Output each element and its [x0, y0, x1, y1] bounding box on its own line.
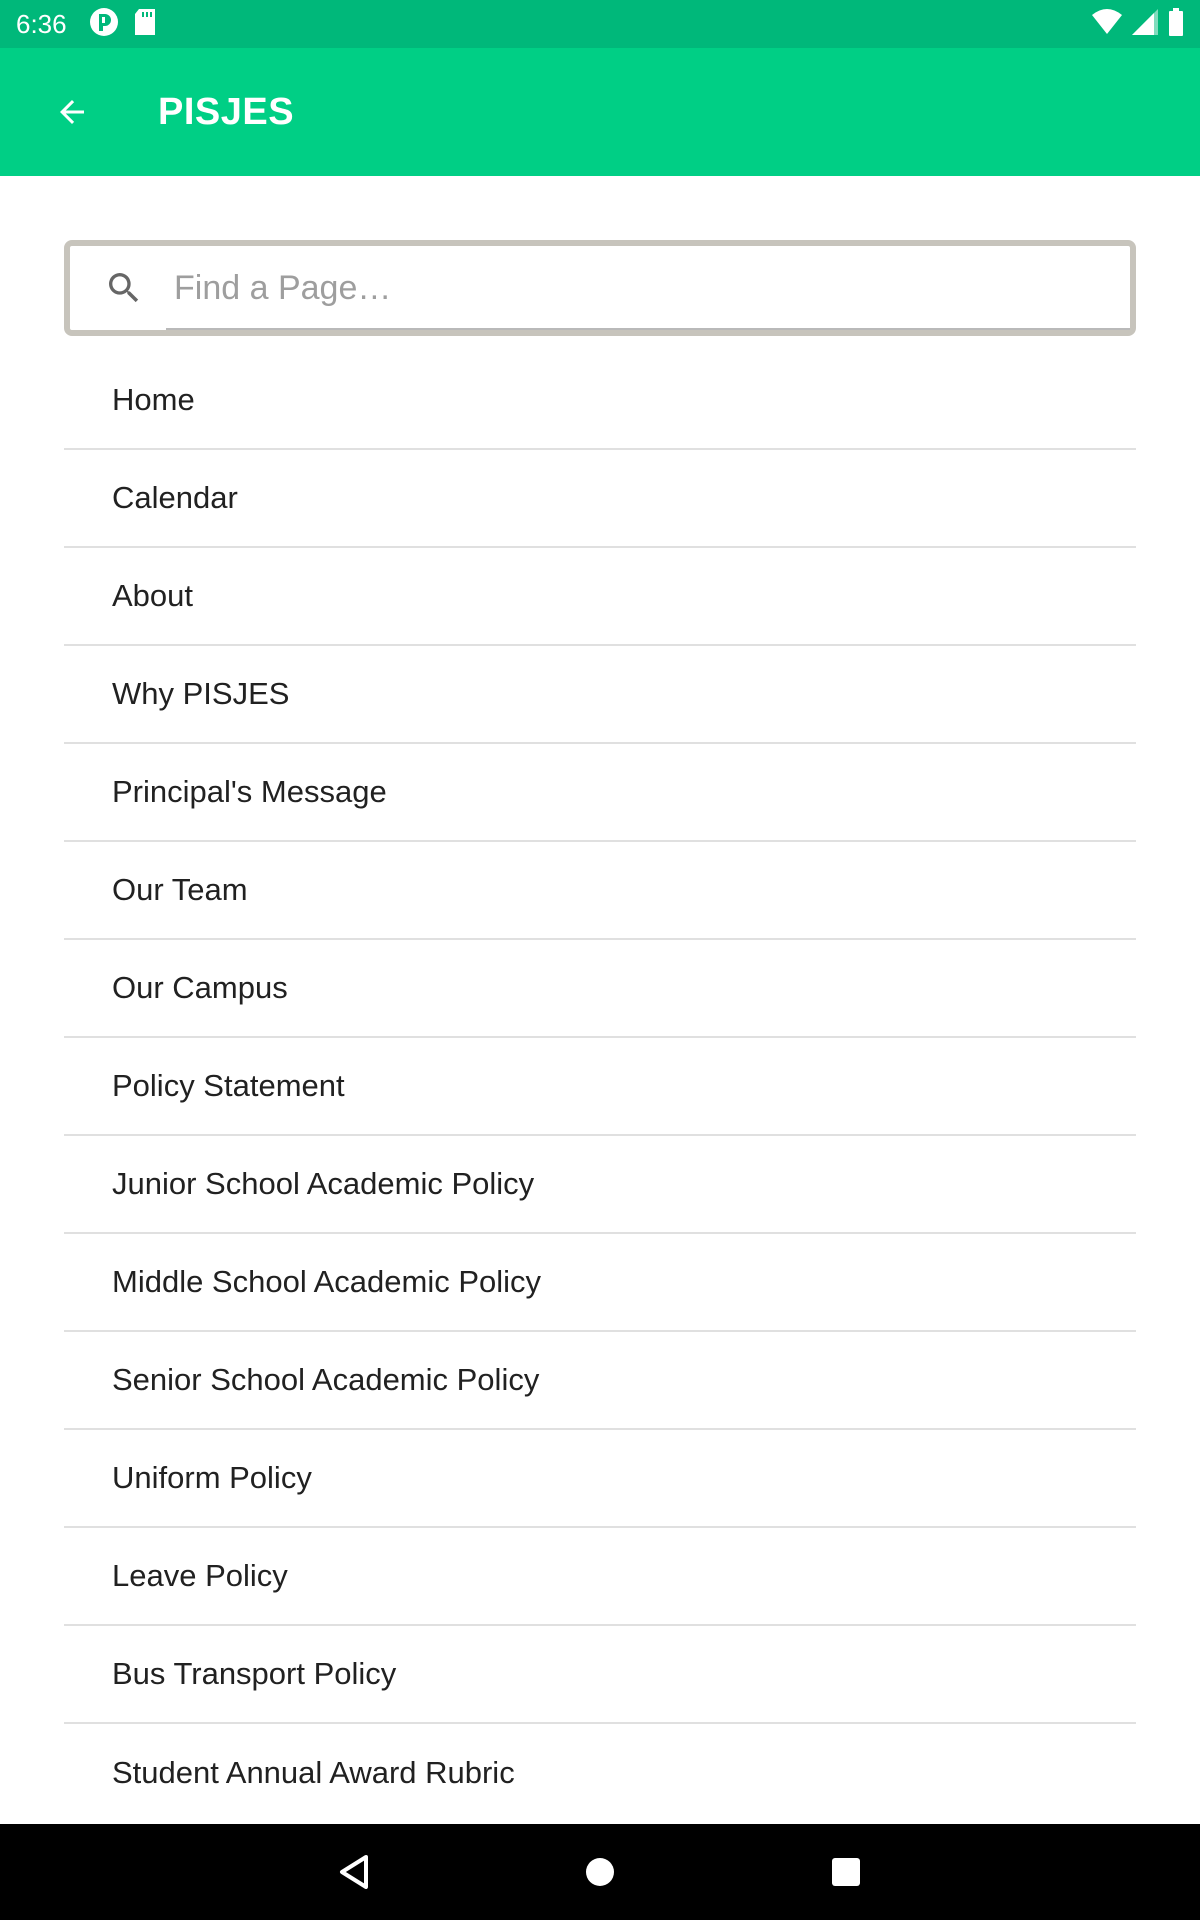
list-item-middle-school-academic-policy[interactable]: Middle School Academic Policy [64, 1234, 1136, 1332]
wifi-icon [1092, 8, 1122, 40]
list-item-label: Principal's Message [112, 774, 387, 809]
home-circle-icon [586, 1858, 614, 1886]
status-bar: 6:36 [0, 0, 1200, 48]
list-item-label: Our Campus [112, 970, 288, 1005]
list-item-label: Home [112, 382, 195, 417]
notification-app-icon [89, 7, 119, 42]
list-item-label: Leave Policy [112, 1558, 288, 1593]
list-item-label: Junior School Academic Policy [112, 1166, 535, 1201]
list-item-principals-message[interactable]: Principal's Message [64, 744, 1136, 842]
list-item-home[interactable]: Home [64, 352, 1136, 450]
status-left-icons [89, 7, 157, 42]
signal-icon [1132, 8, 1158, 40]
list-item-our-campus[interactable]: Our Campus [64, 940, 1136, 1038]
list-item-senior-school-academic-policy[interactable]: Senior School Academic Policy [64, 1332, 1136, 1430]
list-item-label: Calendar [112, 480, 238, 515]
list-item-student-annual-award-rubric[interactable]: Student Annual Award Rubric [64, 1724, 1136, 1822]
back-button[interactable] [36, 76, 108, 148]
nav-back-button[interactable] [306, 1824, 402, 1920]
list-item-about[interactable]: About [64, 548, 1136, 646]
list-item-label: About [112, 578, 194, 613]
page-title: PISJES [158, 90, 295, 133]
nav-home-button[interactable] [552, 1824, 648, 1920]
arrow-back-icon [60, 100, 84, 124]
list-item-label: Uniform Policy [112, 1460, 312, 1495]
recents-square-icon [832, 1858, 860, 1886]
list-item-leave-policy[interactable]: Leave Policy [64, 1528, 1136, 1626]
list-item-label: Our Team [112, 872, 248, 907]
list-item-label: Why PISJES [112, 676, 290, 711]
search-icon [109, 273, 139, 303]
list-item-policy-statement[interactable]: Policy Statement [64, 1038, 1136, 1136]
list-item-junior-school-academic-policy[interactable]: Junior School Academic Policy [64, 1136, 1136, 1234]
list-item-label: Bus Transport Policy [112, 1656, 397, 1691]
search-underline [166, 328, 1130, 330]
battery-icon [1168, 7, 1184, 41]
list-item-label: Student Annual Award Rubric [112, 1755, 515, 1790]
list-item-calendar[interactable]: Calendar [64, 450, 1136, 548]
list-item-why-pisjes[interactable]: Why PISJES [64, 646, 1136, 744]
page-list: Home Calendar About Why PISJES Principal… [64, 352, 1136, 1822]
list-item-label: Senior School Academic Policy [112, 1362, 540, 1397]
back-triangle-icon [340, 1855, 368, 1889]
sd-card-icon [133, 8, 157, 41]
search-input[interactable] [174, 258, 1074, 318]
app-bar: PISJES [0, 48, 1200, 176]
system-nav-bar [0, 1824, 1200, 1920]
list-item-label: Middle School Academic Policy [112, 1264, 542, 1299]
list-item-label: Policy Statement [112, 1068, 345, 1103]
status-right-icons [1092, 7, 1184, 41]
list-item-bus-transport-policy[interactable]: Bus Transport Policy [64, 1626, 1136, 1724]
search-box[interactable] [64, 240, 1136, 336]
list-item-uniform-policy[interactable]: Uniform Policy [64, 1430, 1136, 1528]
status-time: 6:36 [16, 8, 67, 39]
list-item-our-team[interactable]: Our Team [64, 842, 1136, 940]
nav-recents-button[interactable] [798, 1824, 894, 1920]
